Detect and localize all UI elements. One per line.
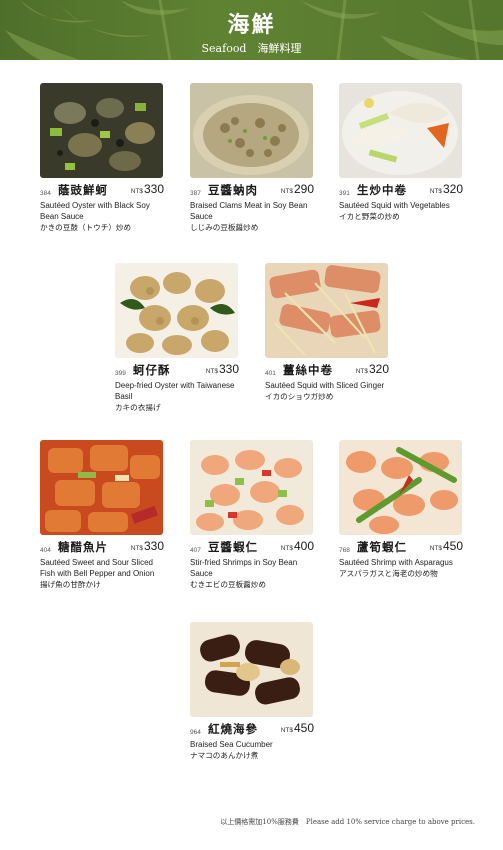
item-name-cn: 豆醬蚋肉	[208, 183, 258, 197]
item-name-jp: ナマコのあんかけ煮	[190, 751, 259, 760]
currency-label: NT$	[355, 368, 368, 375]
page-title: 海鮮	[227, 12, 276, 38]
currency-label: NT$	[280, 188, 293, 195]
item-name-en: Sautéed Oyster with Black Soy Bean Sauce	[40, 201, 150, 221]
shrimp-asparagus-photo	[339, 440, 462, 535]
currency-label: NT$	[205, 368, 218, 375]
service-charge-note: 以上價格需加10%服務費 Please add 10% service char…	[220, 818, 475, 826]
item-price: NT$400	[281, 537, 314, 555]
menu-item: 401 薑絲中卷 NT$320 Sautéed Squid with Slice…	[265, 263, 393, 402]
sweet-sour-fish-photo	[40, 440, 163, 535]
item-name-jp: かきの豆鼓（トウチ）炒め	[40, 223, 132, 232]
item-number: 407	[190, 547, 201, 554]
item-name-jp: カキの衣揚げ	[115, 403, 161, 412]
item-price: NT$330	[131, 537, 164, 555]
sea-cucumber-photo	[190, 622, 313, 717]
currency-label: NT$	[130, 545, 143, 552]
item-name-en: Sautéed Squid with Sliced Ginger	[265, 381, 385, 390]
item-name-en: Sautéed Sweet and Sour Sliced Fish with …	[40, 558, 155, 578]
menu-item: 399 蚵仔酥 NT$330 Deep-fried Oyster with Ta…	[115, 263, 243, 413]
menu-item: 387 豆醬蚋肉 NT$290 Braised Clams Meat in So…	[190, 83, 318, 233]
item-number: 391	[339, 190, 350, 197]
clams-photo	[190, 83, 313, 178]
currency-label: NT$	[130, 188, 143, 195]
price-amount: 330	[143, 539, 164, 553]
menu-item: 391 生炒中卷 NT$320 Sautéed Squid with Veget…	[339, 83, 467, 222]
item-name-en: Sautéed Squid with Vegetables	[339, 201, 450, 210]
item-name-cn: 生炒中卷	[357, 183, 407, 197]
item-name-cn: 紅燒海參	[208, 722, 258, 736]
menu-item: 768 蘆筍蝦仁 NT$450 Sautéed Shrimp with Aspa…	[339, 440, 467, 579]
currency-label: NT$	[280, 727, 293, 734]
currency-label: NT$	[429, 188, 442, 195]
price-amount: 320	[442, 182, 463, 196]
price-amount: 330	[143, 182, 164, 196]
oyster-black-bean-photo	[40, 83, 163, 178]
price-amount: 290	[293, 182, 314, 196]
item-name-en: Sautéed Shrimp with Asparagus	[339, 558, 453, 567]
item-name-cn: 豆醬蝦仁	[208, 540, 258, 554]
menu-item: 407 豆醬蝦仁 NT$400 Stir-fried Shrimps in So…	[190, 440, 318, 590]
squid-vegetables-photo	[339, 83, 462, 178]
item-number: 384	[40, 190, 51, 197]
currency-label: NT$	[429, 545, 442, 552]
item-price: NT$330	[131, 180, 164, 198]
item-name-cn: 蚵仔酥	[133, 363, 171, 377]
item-number: 401	[265, 370, 276, 377]
item-name-cn: 蘆筍蝦仁	[357, 540, 407, 554]
item-name-en: Braised Clams Meat in Soy Bean Sauce	[190, 201, 308, 221]
item-price: NT$450	[430, 537, 463, 555]
item-price: NT$290	[281, 180, 314, 198]
shrimp-soybean-photo	[190, 440, 313, 535]
page-subtitle: Seafood 海鮮料理	[201, 42, 302, 55]
item-number: 768	[339, 547, 350, 554]
item-number: 964	[190, 729, 201, 736]
item-price: NT$450	[281, 719, 314, 737]
price-amount: 450	[293, 721, 314, 735]
item-name-en: Stir-fried Shrimps in Soy Bean Sauce	[190, 558, 298, 578]
menu-item: 964 紅燒海參 NT$450 Braised Sea Cucumber ナマコ…	[190, 622, 318, 761]
item-name-jp: 揚げ魚の甘酢かけ	[40, 580, 101, 589]
item-number: 404	[40, 547, 51, 554]
item-number: 399	[115, 370, 126, 377]
menu-item: 384 蔭豉鮮蚵 NT$330 Sautéed Oyster with Blac…	[40, 83, 168, 233]
squid-ginger-photo	[265, 263, 388, 358]
item-name-jp: むきエビの豆板醤炒め	[190, 580, 266, 589]
price-amount: 330	[218, 362, 239, 376]
item-name-jp: アスパラガスと海老の炒め物	[339, 569, 438, 578]
page-header: 海鮮 Seafood 海鮮料理	[0, 0, 503, 60]
item-name-jp: しじみの豆板醤炒め	[190, 223, 259, 232]
item-name-cn: 糖醋魚片	[58, 540, 108, 554]
item-price: NT$320	[356, 360, 389, 378]
item-name-cn: 蔭豉鮮蚵	[58, 183, 108, 197]
item-name-jp: イカと野菜の炒め	[339, 212, 400, 221]
item-price: NT$320	[430, 180, 463, 198]
price-amount: 450	[442, 539, 463, 553]
item-name-jp: イカのショウガ炒め	[265, 392, 334, 401]
item-number: 387	[190, 190, 201, 197]
item-name-en: Braised Sea Cucumber	[190, 740, 273, 749]
price-amount: 400	[293, 539, 314, 553]
price-amount: 320	[368, 362, 389, 376]
fried-oyster-photo	[115, 263, 238, 358]
item-name-cn: 薑絲中卷	[283, 363, 333, 377]
currency-label: NT$	[280, 545, 293, 552]
menu-item: 404 糖醋魚片 NT$330 Sautéed Sweet and Sour S…	[40, 440, 168, 590]
item-price: NT$330	[206, 360, 239, 378]
item-name-en: Deep-fried Oyster with Taiwanese Basil	[115, 381, 235, 401]
